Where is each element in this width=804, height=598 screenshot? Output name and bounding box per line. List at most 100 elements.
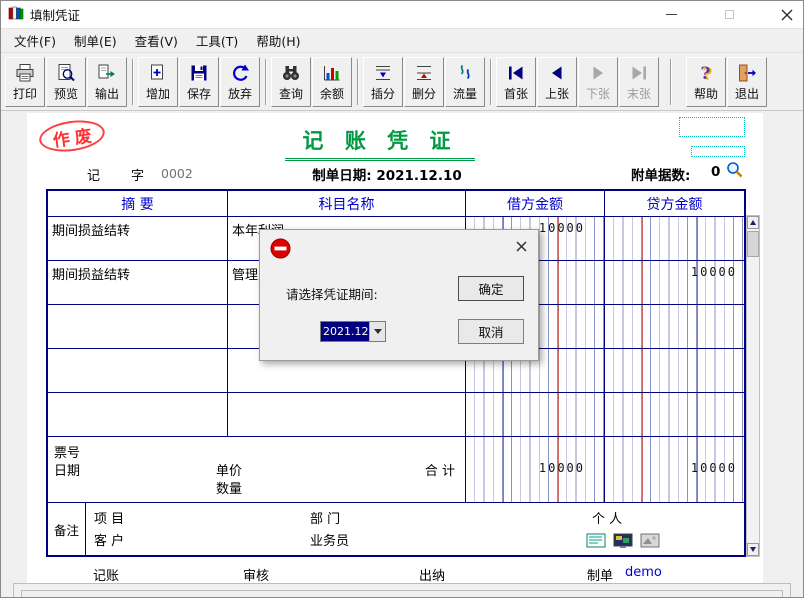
total-row-left: 票号 日期 单价 数量 合 计 (48, 437, 466, 502)
quantity-label: 数量 (216, 478, 242, 497)
cell-account[interactable] (228, 393, 466, 436)
cell-credit[interactable] (605, 349, 744, 392)
audit-label: 审核 (243, 565, 269, 584)
printer-icon (15, 63, 35, 87)
voucher-title: 记 账 凭 证 (285, 125, 475, 161)
voucher-date: 制单日期: 2021.12.10 (267, 164, 507, 184)
audit-date-field-2 (691, 146, 745, 157)
exit-button[interactable]: 退出 (727, 57, 767, 107)
menu-help[interactable]: 帮助(H) (247, 28, 309, 53)
cash-flow-button[interactable]: 流量 (445, 57, 485, 107)
menu-bar: 文件(F) 制单(E) 查看(V) 工具(T) 帮助(H) (1, 29, 803, 53)
print-button[interactable]: 打印 (5, 57, 45, 107)
toolbar-separator (357, 59, 359, 105)
cell-credit[interactable]: 10000 (605, 261, 744, 304)
next-voucher-button: 下张 (578, 57, 618, 107)
maker-name: demo (625, 565, 662, 580)
total-debit-cell: 10000 (466, 437, 605, 502)
header-credit: 贷方金额 (605, 191, 744, 216)
toolbar: 打印 预览 输出 增加 保存 放弃 查询 余额 (1, 53, 803, 111)
balance-button[interactable]: 余额 (312, 57, 352, 107)
total-credit-cell: 10000 (605, 437, 744, 502)
magnifier-icon[interactable] (725, 160, 744, 179)
cash-flow-icon (455, 63, 475, 87)
balance-chart-icon (322, 63, 342, 87)
app-window: 填制凭证 文件(F) 制单(E) 查看(V) 工具(T) 帮助(H) 打印 预览… (0, 0, 804, 598)
stop-icon (270, 238, 291, 263)
maker-label: 制单 (587, 565, 613, 584)
menu-voucher[interactable]: 制单(E) (65, 28, 126, 53)
cell-summary[interactable] (48, 393, 228, 436)
prev-voucher-button[interactable]: 上张 (537, 57, 577, 107)
output-button[interactable]: 输出 (87, 57, 127, 107)
vertical-scrollbar[interactable] (746, 215, 760, 557)
attachment-note-icon[interactable] (586, 533, 606, 553)
cell-credit[interactable] (605, 393, 744, 436)
menu-view[interactable]: 查看(V) (126, 28, 187, 53)
menu-tools[interactable]: 工具(T) (187, 28, 247, 53)
cell-summary[interactable]: 期间损益结转 (48, 217, 228, 260)
period-combobox[interactable]: 2021.12 (320, 321, 386, 342)
triangle-up-icon (750, 220, 756, 225)
toolbar-separator (490, 59, 492, 105)
voucher-number: 0002 (161, 166, 193, 181)
first-voucher-button[interactable]: 首张 (496, 57, 536, 107)
menu-file[interactable]: 文件(F) (5, 28, 65, 53)
minimize-button[interactable] (655, 2, 687, 28)
attachment-screen-icon[interactable] (613, 533, 633, 553)
scroll-down-button[interactable] (747, 543, 759, 556)
header-summary: 摘 要 (48, 191, 228, 216)
undo-icon (230, 63, 250, 87)
cell-summary[interactable] (48, 349, 228, 392)
ticket-label: 票号 (54, 442, 80, 461)
price-label: 单价 (216, 460, 242, 479)
cancel-button[interactable]: 取消 (458, 319, 524, 344)
project-label: 项 目 (94, 508, 124, 527)
scrollbar-thumb[interactable] (747, 231, 759, 257)
voucher-word-prefix: 记 (87, 165, 100, 184)
period-select-dialog: 请选择凭证期间: 确定 取消 2021.12 (259, 229, 539, 361)
attachment-count-value: 0 (711, 164, 720, 180)
last-voucher-button: 末张 (619, 57, 659, 107)
void-stamp: 作废 (37, 117, 107, 156)
prev-voucher-icon (547, 63, 567, 87)
department-label: 部 门 (310, 508, 340, 527)
attachment-image-icon[interactable] (640, 533, 660, 553)
save-button[interactable]: 保存 (179, 57, 219, 107)
help-button[interactable]: ?? 帮助 (686, 57, 726, 107)
cell-summary[interactable]: 期间损益结转 (48, 261, 228, 304)
cell-credit[interactable] (605, 305, 744, 348)
cascaded-window-frame (21, 590, 783, 598)
ok-button[interactable]: 确定 (458, 276, 524, 301)
scroll-up-button[interactable] (747, 216, 759, 229)
cell-debit[interactable] (466, 393, 605, 436)
toolbar-separator (265, 59, 267, 105)
table-total-row: 票号 日期 单价 数量 合 计 10000 10000 (48, 437, 744, 503)
insert-entry-icon (373, 63, 393, 87)
cell-credit[interactable] (605, 217, 744, 260)
app-books-icon (8, 5, 24, 25)
cell-summary[interactable] (48, 305, 228, 348)
help-icon: ?? (696, 63, 716, 87)
title-bar: 填制凭证 (1, 1, 803, 29)
customer-label: 客 户 (94, 530, 124, 549)
first-voucher-icon (506, 63, 526, 87)
preview-button[interactable]: 预览 (46, 57, 86, 107)
period-combobox-value[interactable]: 2021.12 (321, 322, 369, 341)
delete-entry-button[interactable]: 删分 (404, 57, 444, 107)
toolbar-separator (132, 59, 134, 105)
personal-label: 个 人 (592, 508, 622, 527)
abandon-button[interactable]: 放弃 (220, 57, 260, 107)
period-prompt: 请选择凭证期间: (286, 284, 378, 303)
audit-date-field (679, 117, 745, 137)
insert-entry-button[interactable]: 插分 (363, 57, 403, 107)
close-button[interactable] (771, 2, 803, 28)
dialog-close-icon[interactable] (513, 238, 529, 254)
add-button[interactable]: 增加 (138, 57, 178, 107)
query-button[interactable]: 查询 (271, 57, 311, 107)
date-label: 日期 (54, 460, 80, 479)
chevron-down-icon[interactable] (369, 322, 385, 341)
table-header-row: 摘 要 科目名称 借方金额 贷方金额 (48, 191, 744, 217)
remark-row: 备注 项 目 客 户 部 门 业务员 个 人 (48, 503, 744, 555)
attachment-count-label: 附单据数: (631, 164, 690, 184)
